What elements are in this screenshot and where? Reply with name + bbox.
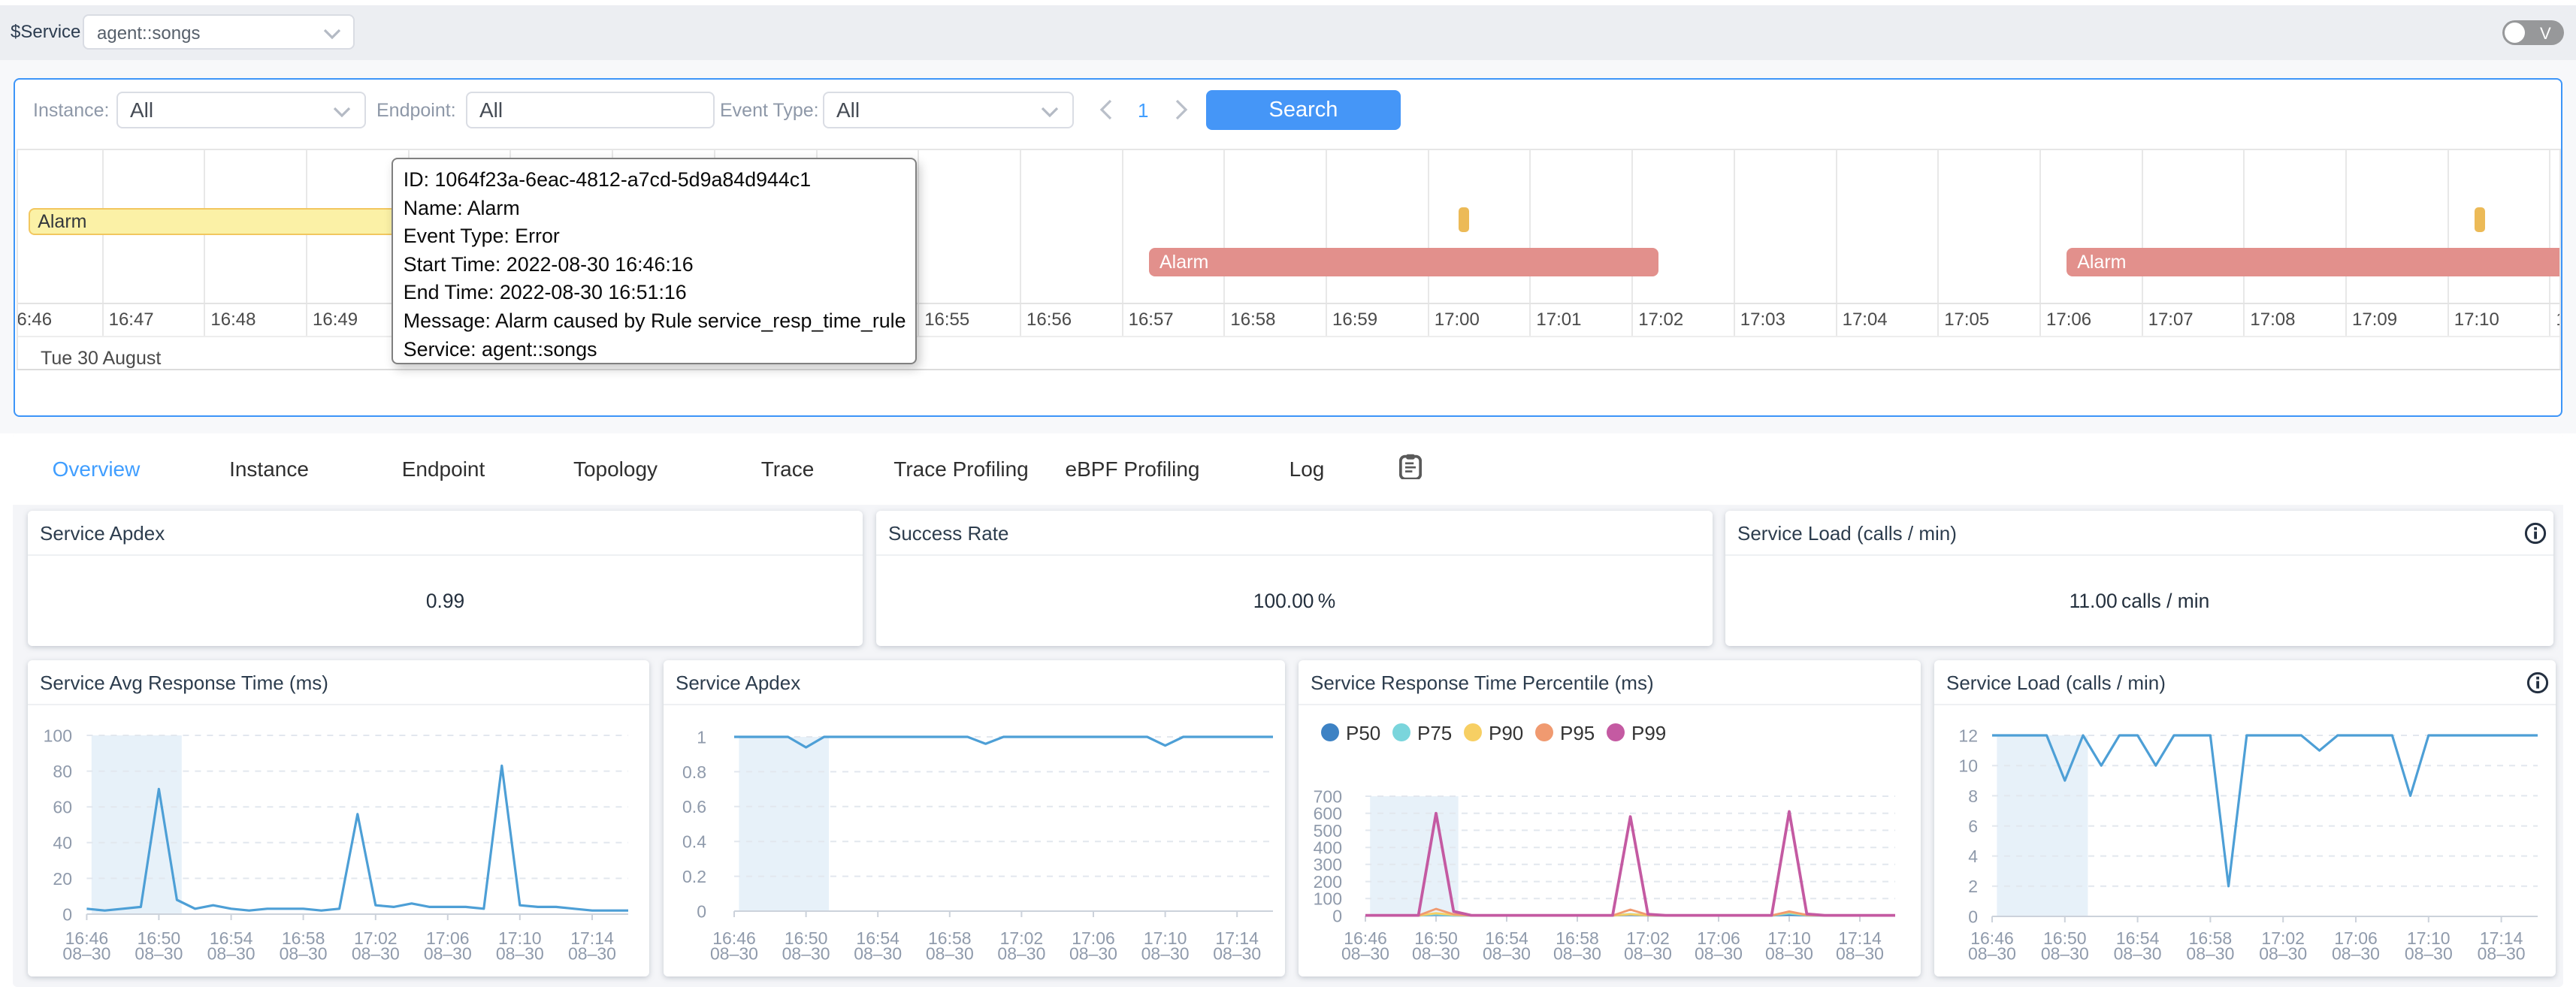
svg-text:400: 400 [1314, 838, 1342, 858]
svg-text:600: 600 [1314, 804, 1342, 823]
svg-text:08–30: 08–30 [2332, 943, 2380, 963]
svg-text:08–30: 08–30 [1765, 943, 1813, 963]
svg-text:08–30: 08–30 [926, 943, 974, 963]
svg-text:700: 700 [1314, 786, 1342, 806]
svg-text:08–30: 08–30 [207, 943, 255, 963]
svg-text:0.6: 0.6 [682, 797, 706, 816]
svg-text:08–30: 08–30 [1069, 943, 1117, 963]
svg-text:08–30: 08–30 [135, 943, 183, 963]
svg-text:2: 2 [1968, 877, 1978, 896]
svg-text:08–30: 08–30 [854, 943, 902, 963]
svg-text:0.2: 0.2 [682, 867, 706, 886]
svg-text:200: 200 [1314, 872, 1342, 892]
svg-text:08–30: 08–30 [1483, 943, 1531, 963]
svg-text:08–30: 08–30 [2259, 943, 2307, 963]
svg-text:6: 6 [1968, 816, 1978, 836]
svg-text:08–30: 08–30 [2114, 943, 2162, 963]
svg-text:08–30: 08–30 [424, 943, 472, 963]
svg-text:500: 500 [1314, 821, 1342, 841]
svg-text:08–30: 08–30 [2041, 943, 2089, 963]
svg-text:08–30: 08–30 [1341, 943, 1389, 963]
svg-text:08–30: 08–30 [568, 943, 616, 963]
svg-text:08–30: 08–30 [1624, 943, 1672, 963]
svg-text:08–30: 08–30 [1553, 943, 1601, 963]
svg-text:12: 12 [1958, 726, 1978, 745]
svg-text:08–30: 08–30 [2186, 943, 2234, 963]
svg-text:60: 60 [53, 798, 72, 817]
svg-text:08–30: 08–30 [1968, 943, 2016, 963]
svg-text:0: 0 [62, 904, 72, 924]
svg-text:08–30: 08–30 [997, 943, 1045, 963]
svg-text:20: 20 [53, 869, 72, 889]
svg-text:08–30: 08–30 [1141, 943, 1190, 963]
svg-text:100: 100 [1314, 889, 1342, 909]
svg-text:10: 10 [1958, 756, 1978, 776]
svg-text:8: 8 [1968, 786, 1978, 806]
svg-text:08–30: 08–30 [62, 943, 110, 963]
svg-text:80: 80 [53, 762, 72, 781]
svg-text:08–30: 08–30 [782, 943, 830, 963]
svg-text:08–30: 08–30 [2478, 943, 2526, 963]
svg-text:0: 0 [697, 901, 706, 921]
svg-text:1: 1 [697, 727, 706, 747]
svg-text:0: 0 [1332, 906, 1342, 925]
svg-text:08–30: 08–30 [1213, 943, 1261, 963]
svg-text:08–30: 08–30 [1695, 943, 1743, 963]
svg-text:0: 0 [1968, 907, 1978, 926]
svg-text:100: 100 [44, 726, 72, 745]
svg-text:08–30: 08–30 [280, 943, 328, 963]
svg-text:300: 300 [1314, 855, 1342, 874]
svg-text:08–30: 08–30 [1412, 943, 1460, 963]
svg-text:08–30: 08–30 [352, 943, 400, 963]
svg-text:08–30: 08–30 [1836, 943, 1884, 963]
svg-text:0.4: 0.4 [682, 832, 706, 852]
svg-text:0.8: 0.8 [682, 762, 706, 782]
svg-text:08–30: 08–30 [2405, 943, 2453, 963]
svg-text:08–30: 08–30 [710, 943, 758, 963]
svg-text:4: 4 [1968, 847, 1978, 866]
svg-text:40: 40 [53, 833, 72, 853]
svg-text:08–30: 08–30 [496, 943, 544, 963]
